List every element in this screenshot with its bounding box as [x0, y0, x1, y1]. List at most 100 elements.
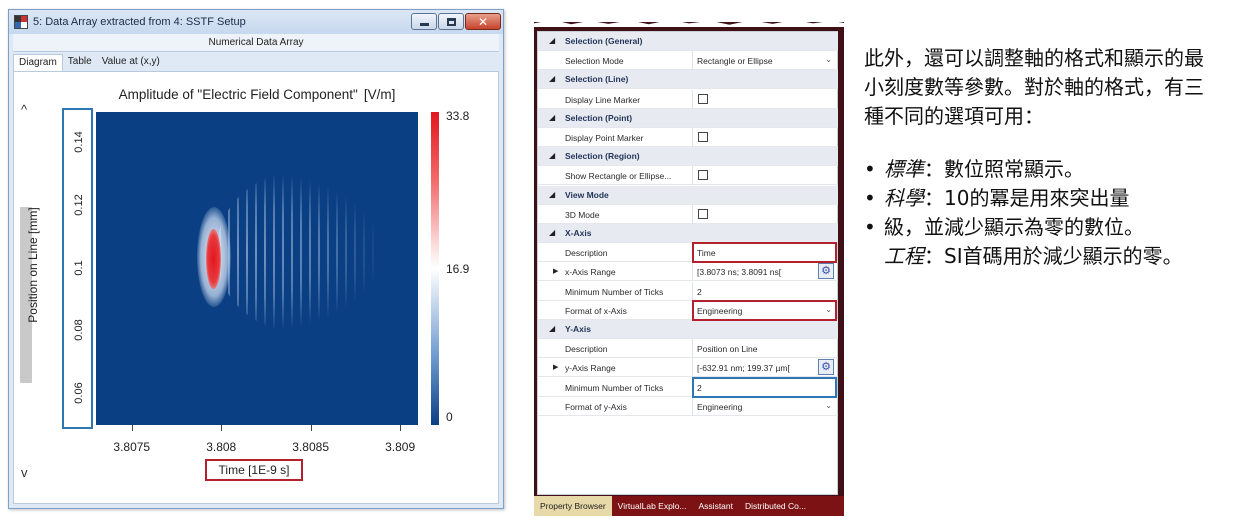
x-tick-label: 3.8085	[292, 440, 329, 454]
section-label: X-Axis	[565, 228, 592, 238]
item-text: ：數位照常顯示。	[924, 157, 1084, 181]
property-show-rectangle-or-ellipse[interactable]: Show Rectangle or Ellipse...	[538, 166, 838, 186]
heatmap-fringes	[216, 172, 381, 332]
property-format-of-y-axis[interactable]: Format of y-Axis Engineering ⌄	[538, 396, 838, 416]
property-y-axis-range[interactable]: ▶ y-Axis Range [-632.91 nm; 199.37 µm[ ⚙	[538, 358, 838, 378]
minimize-button[interactable]	[411, 13, 437, 30]
column-separator	[692, 204, 693, 224]
property-checkbox[interactable]	[698, 170, 708, 181]
property-checkbox[interactable]	[698, 208, 708, 219]
property-value[interactable]: 2	[697, 287, 702, 297]
collapse-icon[interactable]: ◢	[549, 36, 555, 45]
item-text: ：SI首碼用於減少顯示的零。	[924, 244, 1183, 268]
column-separator	[692, 51, 693, 71]
colorbar-max-label: 33.8	[446, 109, 470, 123]
section-label: Selection (Point)	[565, 112, 633, 123]
property-3d-mode[interactable]: 3D Mode	[538, 204, 838, 224]
x-tick-label: 3.809	[385, 440, 416, 454]
gear-icon[interactable]: ⚙	[818, 263, 834, 280]
gear-icon[interactable]: ⚙	[818, 359, 834, 376]
property-value[interactable]: Position on Line	[697, 344, 758, 354]
section-y-axis[interactable]: ◢ Y-Axis	[538, 320, 838, 339]
window-titlebar[interactable]: 5: Data Array extracted from 4: SSTF Set…	[9, 10, 503, 34]
y-min-ticks-highlight	[692, 376, 837, 398]
property-value[interactable]: [3.8073 ns; 3.8091 ns[	[697, 267, 781, 277]
property-checkbox[interactable]	[698, 93, 708, 104]
bullet: •	[864, 215, 876, 239]
item-text: 級，並減少顯示為零的數位。	[884, 215, 1144, 239]
property-browser-panel: ◢ Selection (General) Selection Mode Rectan…	[534, 19, 844, 516]
maximize-button[interactable]	[438, 13, 464, 30]
y-tick-label: 0.12	[73, 194, 85, 216]
collapse-icon[interactable]: ◢	[549, 324, 555, 333]
section-selection-line[interactable]: ◢ Selection (Line)	[538, 70, 838, 90]
torn-edge	[534, 19, 844, 27]
term-standard: 標準	[884, 157, 924, 181]
bullet: •	[864, 157, 876, 181]
x-format-highlight	[692, 299, 837, 321]
colorbar	[431, 112, 439, 425]
section-view-mode[interactable]: ◢ View Mode	[538, 185, 838, 205]
section-label: Y-Axis	[565, 324, 591, 334]
property-minimum-number-of-ticks[interactable]: Minimum Number of Ticks 2	[538, 281, 838, 301]
column-separator	[692, 166, 693, 186]
property-label: Description	[565, 248, 608, 259]
tab-diagram[interactable]: Diagram	[13, 54, 63, 72]
list-item: • 標準：數位照常顯示。	[864, 155, 1224, 184]
property-selection-mode[interactable]: Selection Mode Rectangle or Ellipse ⌄	[538, 51, 838, 71]
y-tick-label: 0.08	[73, 319, 85, 341]
section-selection-region[interactable]: ◢ Selection (Region)	[538, 147, 838, 167]
bottom-tab-bar: Property Browser VirtualLab Explo... Assis…	[534, 496, 844, 516]
property-label: x-Axis Range	[565, 267, 616, 278]
property-value[interactable]: Rectangle or Ellipse	[697, 56, 773, 66]
collapse-icon[interactable]: ◢	[549, 190, 555, 199]
x-tick-mark	[310, 425, 312, 431]
x-axis-label: Time [1E-9 s]	[205, 459, 303, 481]
collapse-icon[interactable]: ◢	[549, 151, 555, 160]
y-tick-label: 0.1	[73, 259, 85, 276]
heatmap-plot[interactable]	[96, 112, 418, 425]
collapse-icon[interactable]: ◢	[549, 228, 555, 237]
window-title: 5: Data Array extracted from 4: SSTF Set…	[33, 16, 246, 28]
tab-virtuallab-explo[interactable]: VirtualLab Explo...	[612, 496, 693, 516]
scroll-down-icon[interactable]: v	[21, 465, 28, 480]
section-x-axis[interactable]: ◢ X-Axis	[538, 224, 838, 243]
chevron-down-icon[interactable]: ⌄	[825, 55, 832, 64]
collapse-icon[interactable]: ◢	[549, 74, 555, 83]
tab-assistant[interactable]: Assistant	[693, 496, 740, 516]
property-x-axis-range[interactable]: ▶ x-Axis Range [3.8073 ns; 3.8091 ns[ ⚙	[538, 262, 838, 282]
property-value[interactable]: Engineering	[697, 402, 742, 412]
tab-value-at-xy[interactable]: Value at (x,y)	[97, 54, 165, 72]
column-separator	[692, 281, 693, 301]
property-checkbox[interactable]	[698, 132, 708, 142]
section-label: Selection (Region)	[565, 151, 640, 162]
expand-icon[interactable]: ▶	[553, 267, 558, 275]
collapse-icon[interactable]: ◢	[549, 113, 555, 122]
property-display-point-marker[interactable]: Display Point Marker	[538, 128, 838, 147]
close-icon: ✕	[477, 14, 489, 29]
notes-paragraph: 此外，還可以調整軸的格式和顯示的最小刻度數等參數。對於軸的格式，有三種不同的選項…	[864, 46, 1204, 128]
expand-icon[interactable]: ▶	[553, 363, 558, 371]
property-description[interactable]: Description Position on Line	[538, 339, 838, 359]
list-item: • 科學：10的冪是用來突出量	[864, 184, 1224, 213]
colorbar-min-label: 0	[446, 410, 453, 424]
tab-table[interactable]: Table	[63, 54, 97, 72]
section-selection-point[interactable]: ◢ Selection (Point)	[538, 108, 838, 128]
tab-property-browser[interactable]: Property Browser	[534, 496, 612, 516]
property-label: y-Axis Range	[565, 363, 616, 374]
x-description-highlight	[692, 242, 837, 264]
section-selection-general[interactable]: ◢ Selection (General)	[538, 32, 838, 51]
view-tabs: Diagram Table Value at (x,y)	[13, 54, 165, 72]
chevron-down-icon[interactable]: ⌄	[825, 401, 832, 410]
chart-title-unit: [V/m]	[363, 87, 396, 102]
tab-distributed-co[interactable]: Distributed Co...	[739, 496, 812, 516]
y-tick-label: 0.14	[73, 131, 85, 154]
section-label: Selection (Line)	[565, 74, 629, 85]
property-display-line-marker[interactable]: Display Line Marker	[538, 89, 838, 109]
scroll-up-icon[interactable]: ^	[21, 102, 27, 117]
property-value[interactable]: [-632.91 nm; 199.37 µm[	[697, 363, 790, 373]
property-label: Format of y-Axis	[565, 401, 627, 412]
close-button[interactable]: ✕	[465, 13, 501, 30]
list-item: • 級，並減少顯示為零的數位。 工程：SI首碼用於減少顯示的零。	[864, 213, 1224, 271]
chart-title-text: Amplitude of "Electric Field Component"	[118, 87, 358, 102]
